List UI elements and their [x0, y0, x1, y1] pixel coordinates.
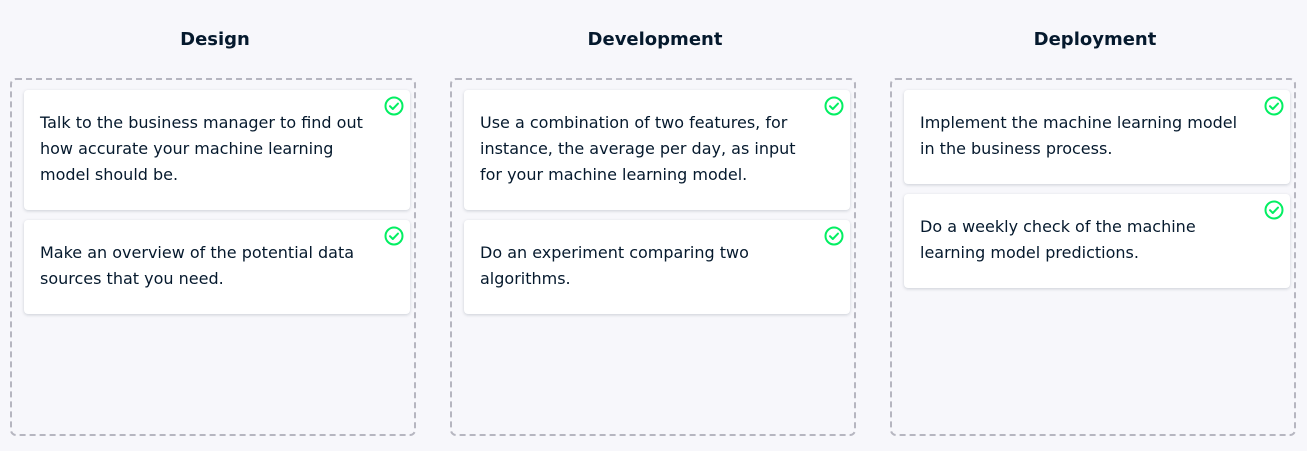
- dropzone-development[interactable]: Use a combination of two features, for i…: [450, 78, 856, 436]
- check-circle-icon: [384, 226, 404, 246]
- card-text: Implement the machine learning model in …: [920, 113, 1238, 158]
- column-title: Development: [587, 29, 723, 50]
- column-title: Design: [180, 29, 250, 50]
- draggable-card[interactable]: Make an overview of the potential data s…: [24, 220, 410, 314]
- draggable-card[interactable]: Do an experiment comparing two algorithm…: [464, 220, 850, 314]
- drag-drop-board: Design Talk to the business manager to f…: [0, 0, 1307, 451]
- check-circle-icon: [824, 226, 844, 246]
- draggable-card[interactable]: Use a combination of two features, for i…: [464, 90, 850, 210]
- draggable-card[interactable]: Implement the machine learning model in …: [904, 90, 1290, 184]
- card-text: Do a weekly check of the machine learnin…: [920, 217, 1196, 262]
- dropzone-design[interactable]: Talk to the business manager to find out…: [10, 78, 416, 436]
- draggable-card[interactable]: Talk to the business manager to find out…: [24, 90, 410, 210]
- column-title: Deployment: [1033, 29, 1157, 50]
- card-text: Talk to the business manager to find out…: [40, 113, 363, 184]
- card-text: Use a combination of two features, for i…: [480, 113, 796, 184]
- dropzone-deployment[interactable]: Implement the machine learning model in …: [890, 78, 1296, 436]
- card-text: Make an overview of the potential data s…: [40, 243, 355, 288]
- check-circle-icon: [1264, 200, 1284, 220]
- draggable-card[interactable]: Do a weekly check of the machine learnin…: [904, 194, 1290, 288]
- card-text: Do an experiment comparing two algorithm…: [480, 243, 749, 288]
- check-circle-icon: [824, 96, 844, 116]
- check-circle-icon: [384, 96, 404, 116]
- check-circle-icon: [1264, 96, 1284, 116]
